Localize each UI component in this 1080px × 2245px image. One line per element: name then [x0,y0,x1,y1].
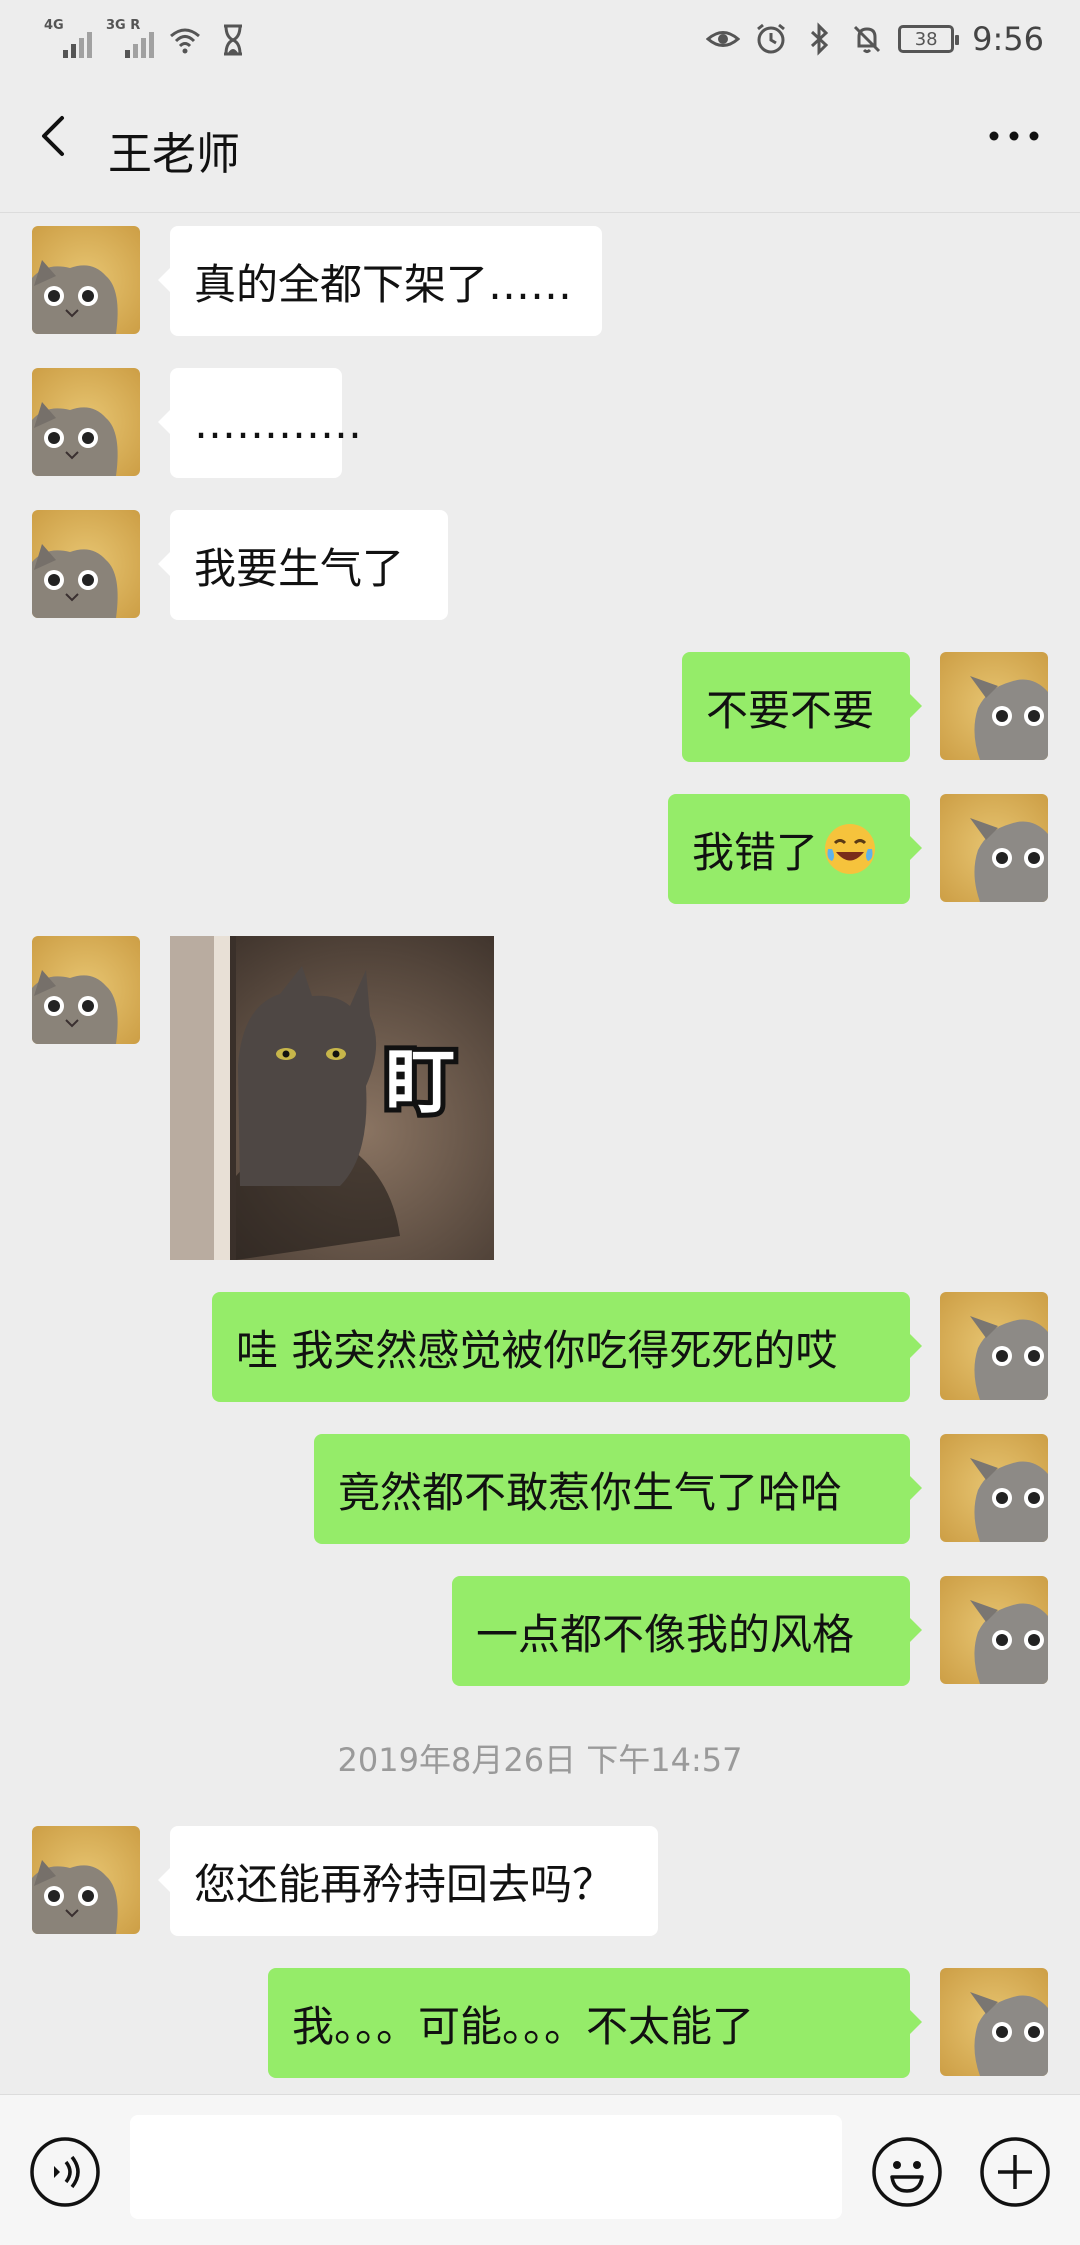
status-bar: 4G 3G R 38 9:56 [0,0,1080,84]
received-message[interactable]: 您还能再矜持回去吗？ [158,1826,658,1936]
wifi-icon [170,28,200,54]
cellular-signal-icon: 4G [44,18,92,60]
smiley-icon[interactable] [870,2135,944,2209]
contact-avatar[interactable] [32,226,140,334]
my-avatar[interactable] [940,1434,1048,1542]
contact-avatar[interactable] [32,368,140,476]
received-message[interactable]: 我要生气了 [158,510,448,620]
eye-icon [706,31,741,47]
voice-icon[interactable] [28,2135,102,2209]
sent-message[interactable]: 我。。。可能。。。不太能了 [268,1968,922,2078]
chevron-left-icon[interactable] [30,112,78,160]
received-message[interactable]: ………… [158,368,362,478]
plus-icon[interactable] [978,2135,1052,2209]
sticker-caption: 盯 [385,1041,455,1123]
more-dots-icon[interactable] [984,114,1044,158]
mute-bell-icon [854,25,881,53]
contact-avatar[interactable] [32,510,140,618]
sent-message[interactable]: 一点都不像我的风格 [452,1576,922,1686]
bluetooth-icon [811,22,829,56]
alarm-icon [757,23,786,54]
message-timestamp: 2019年8月26日 下午14:57 [337,1741,743,1779]
chat-header: 王老师 [0,84,1080,213]
my-avatar[interactable] [940,652,1048,760]
my-avatar[interactable] [940,794,1048,902]
hourglass-icon [224,24,242,56]
chat-title: 王老师 [108,129,240,180]
message-input[interactable] [130,2115,842,2219]
laughing-crying-emoji [825,824,876,874]
cat-sticker-image[interactable]: 盯 [170,936,494,1260]
battery-icon: 38 [898,25,960,53]
sent-message[interactable]: 哇 我突然感觉被你吃得死死的哎 [212,1292,922,1402]
clock: 9:56 [972,20,1044,58]
my-avatar[interactable] [940,1968,1048,2076]
my-avatar[interactable] [940,1576,1048,1684]
sent-message[interactable]: 不要不要 [682,652,922,762]
input-bar [0,2094,1080,2245]
cellular-signal-icon-2: 3G R [106,18,154,60]
my-avatar[interactable] [940,1292,1048,1400]
contact-avatar[interactable] [32,1826,140,1934]
contact-avatar[interactable] [32,936,140,1044]
sent-message[interactable]: 我错了 [668,794,922,904]
received-message[interactable]: 真的全都下架了…… [158,226,602,336]
sent-message[interactable]: 竟然都不敢惹你生气了哈哈 [314,1434,922,1544]
